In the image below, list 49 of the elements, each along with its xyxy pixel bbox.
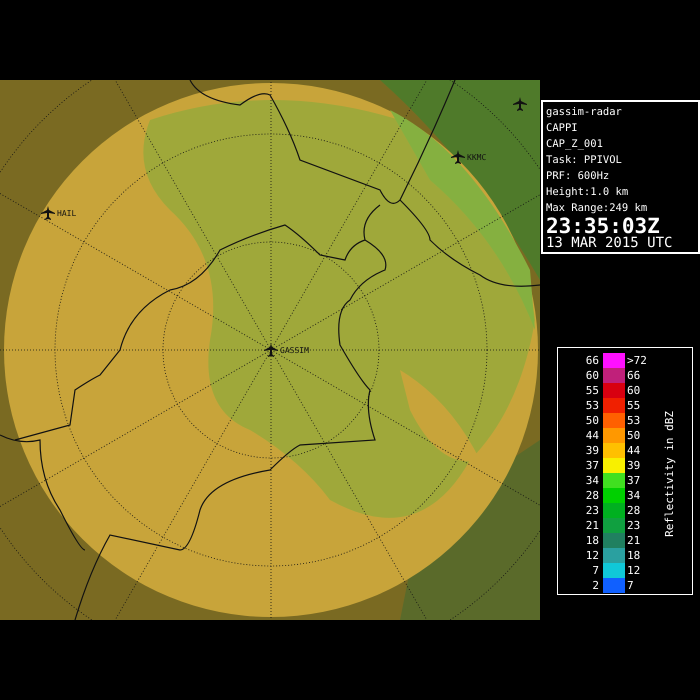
legend-value: 53 (626, 414, 642, 427)
info-text: CAP_Z_001 (546, 137, 604, 152)
legend-value: 21 (584, 519, 600, 532)
legend-value: 18 (626, 549, 642, 562)
info-text: gassim-radar (546, 105, 623, 120)
airport-label: KKMC (467, 152, 486, 162)
airplane-icon (451, 150, 465, 164)
legend-value: 37 (626, 474, 642, 487)
legend-value: 55 (584, 384, 600, 397)
legend-value: 23 (626, 519, 642, 532)
legend-value: 66 (626, 369, 642, 382)
legend-value: 7 (591, 564, 600, 577)
time-text: 23:35:03Z (546, 216, 660, 236)
legend-value: 28 (584, 489, 600, 502)
legend-value: 44 (626, 444, 642, 457)
airplane-icon (41, 206, 55, 220)
info-text: PRF: 600Hz (546, 169, 610, 184)
legend-value: 50 (584, 414, 600, 427)
legend-value: 60 (584, 369, 600, 382)
legend-value: 44 (584, 429, 600, 442)
legend-value: 37 (584, 459, 600, 472)
legend-value: 2 (591, 579, 600, 592)
legend-value: 39 (626, 459, 642, 472)
legend-value: >72 (626, 354, 648, 367)
airport-label: HAIL (57, 208, 76, 218)
info-text: CAPPI (546, 121, 579, 136)
legend-value: 50 (626, 429, 642, 442)
legend-value: 34 (626, 489, 642, 502)
date-text: 13 MAR 2015 UTC (546, 236, 674, 251)
airplane-icon (264, 343, 278, 357)
legend-value: 18 (584, 534, 600, 547)
legend-value: 34 (584, 474, 600, 487)
legend-value: 28 (626, 504, 642, 517)
legend-value: 21 (626, 534, 642, 547)
legend-value: 60 (626, 384, 642, 397)
info-text: Task: PPIVOL (546, 153, 623, 168)
legend-value: 53 (584, 399, 600, 412)
legend-value: 66 (584, 354, 600, 367)
legend-value: 12 (584, 549, 600, 562)
legend-value: 39 (584, 444, 600, 457)
info-text: Height:1.0 km (546, 185, 630, 200)
airplane-icon (513, 97, 527, 111)
legend-value: 23 (584, 504, 600, 517)
legend-value: 12 (626, 564, 642, 577)
info-text: Max Range:249 km (546, 201, 648, 216)
airport-label: GASSIM (280, 346, 309, 354)
legend-value: 55 (626, 399, 642, 412)
legend-value: 7 (626, 579, 635, 592)
legend-title: Reflectivity in dBZ (663, 410, 676, 536)
